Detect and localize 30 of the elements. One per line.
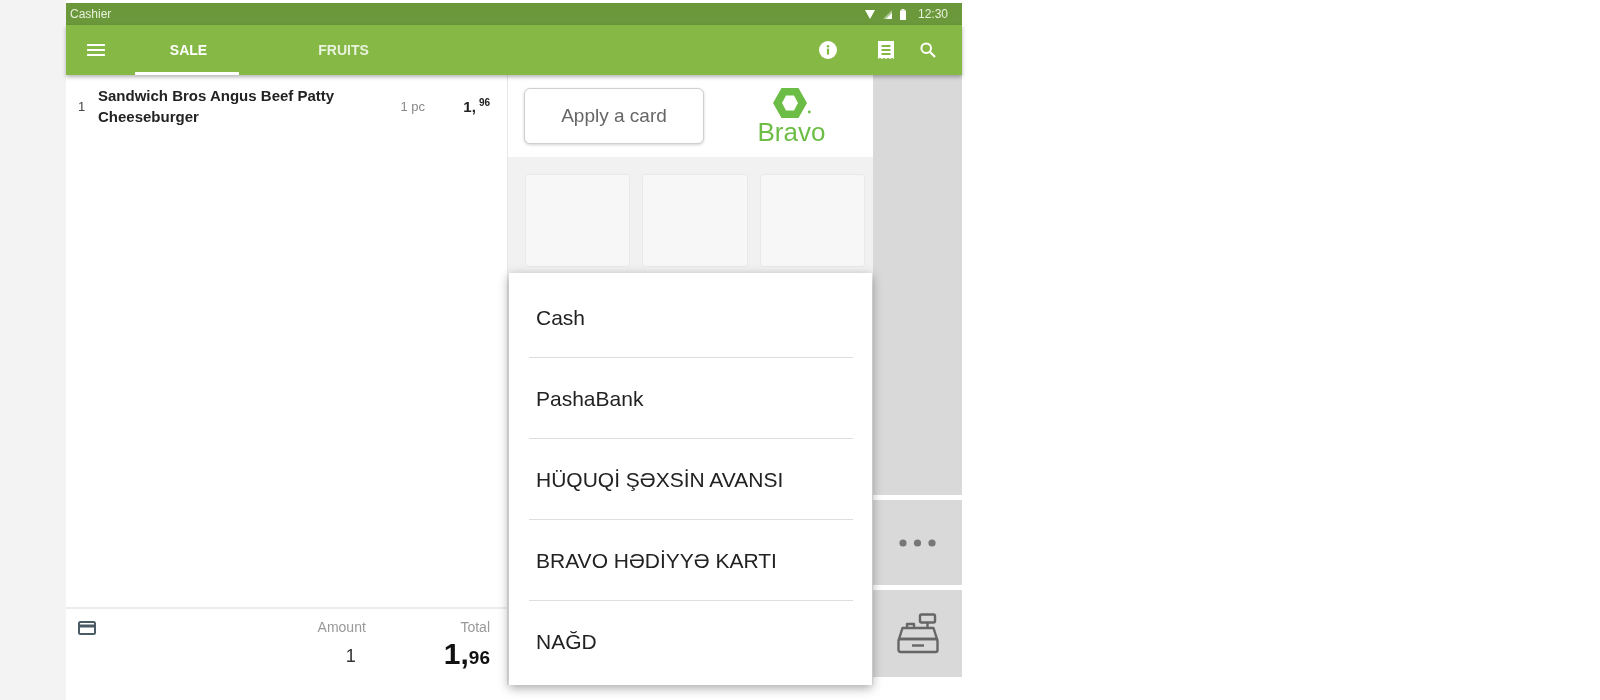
amount-label: Amount <box>317 618 366 637</box>
payment-option[interactable]: Cash <box>509 277 872 358</box>
battery-icon <box>899 8 906 20</box>
menu-icon <box>87 44 105 56</box>
total-label: Total <box>460 618 490 637</box>
amount-value: 1 <box>345 645 356 668</box>
info-icon <box>819 41 837 59</box>
clock-time: 12:30 <box>917 7 948 21</box>
payment-option[interactable]: PashaBank <box>509 358 872 439</box>
wifi-icon <box>864 9 875 19</box>
receipt-icon <box>878 41 894 59</box>
more-icon <box>899 538 936 547</box>
checkout-button[interactable] <box>873 590 962 677</box>
item-name: Sandwich Bros Angus Beef Patty Cheeseburger <box>98 86 336 127</box>
payment-option[interactable]: HÜQUQİ ŞƏXSİN AVANSI <box>509 439 872 520</box>
signal-icon <box>882 9 892 19</box>
credit-card-icon <box>78 621 96 635</box>
logo-text: Bravo <box>757 120 826 144</box>
cash-register-icon <box>896 613 939 654</box>
payment-option[interactable]: NAĞD <box>509 601 872 682</box>
item-number: 1 <box>78 98 87 114</box>
total-value: 1,96 <box>443 637 490 672</box>
hexagon-logo-icon <box>772 88 811 119</box>
item-price: 1, $^{96}$ <box>462 97 490 115</box>
search-icon <box>920 42 936 58</box>
app-title: Cashier <box>70 7 112 21</box>
item-quantity: 1 pc <box>399 98 425 114</box>
apply-card-button[interactable]: Apply a card <box>524 88 704 144</box>
payment-option[interactable]: BRAVO HƏDİYYƏ KARTI <box>509 520 872 601</box>
more-button[interactable] <box>873 500 962 585</box>
